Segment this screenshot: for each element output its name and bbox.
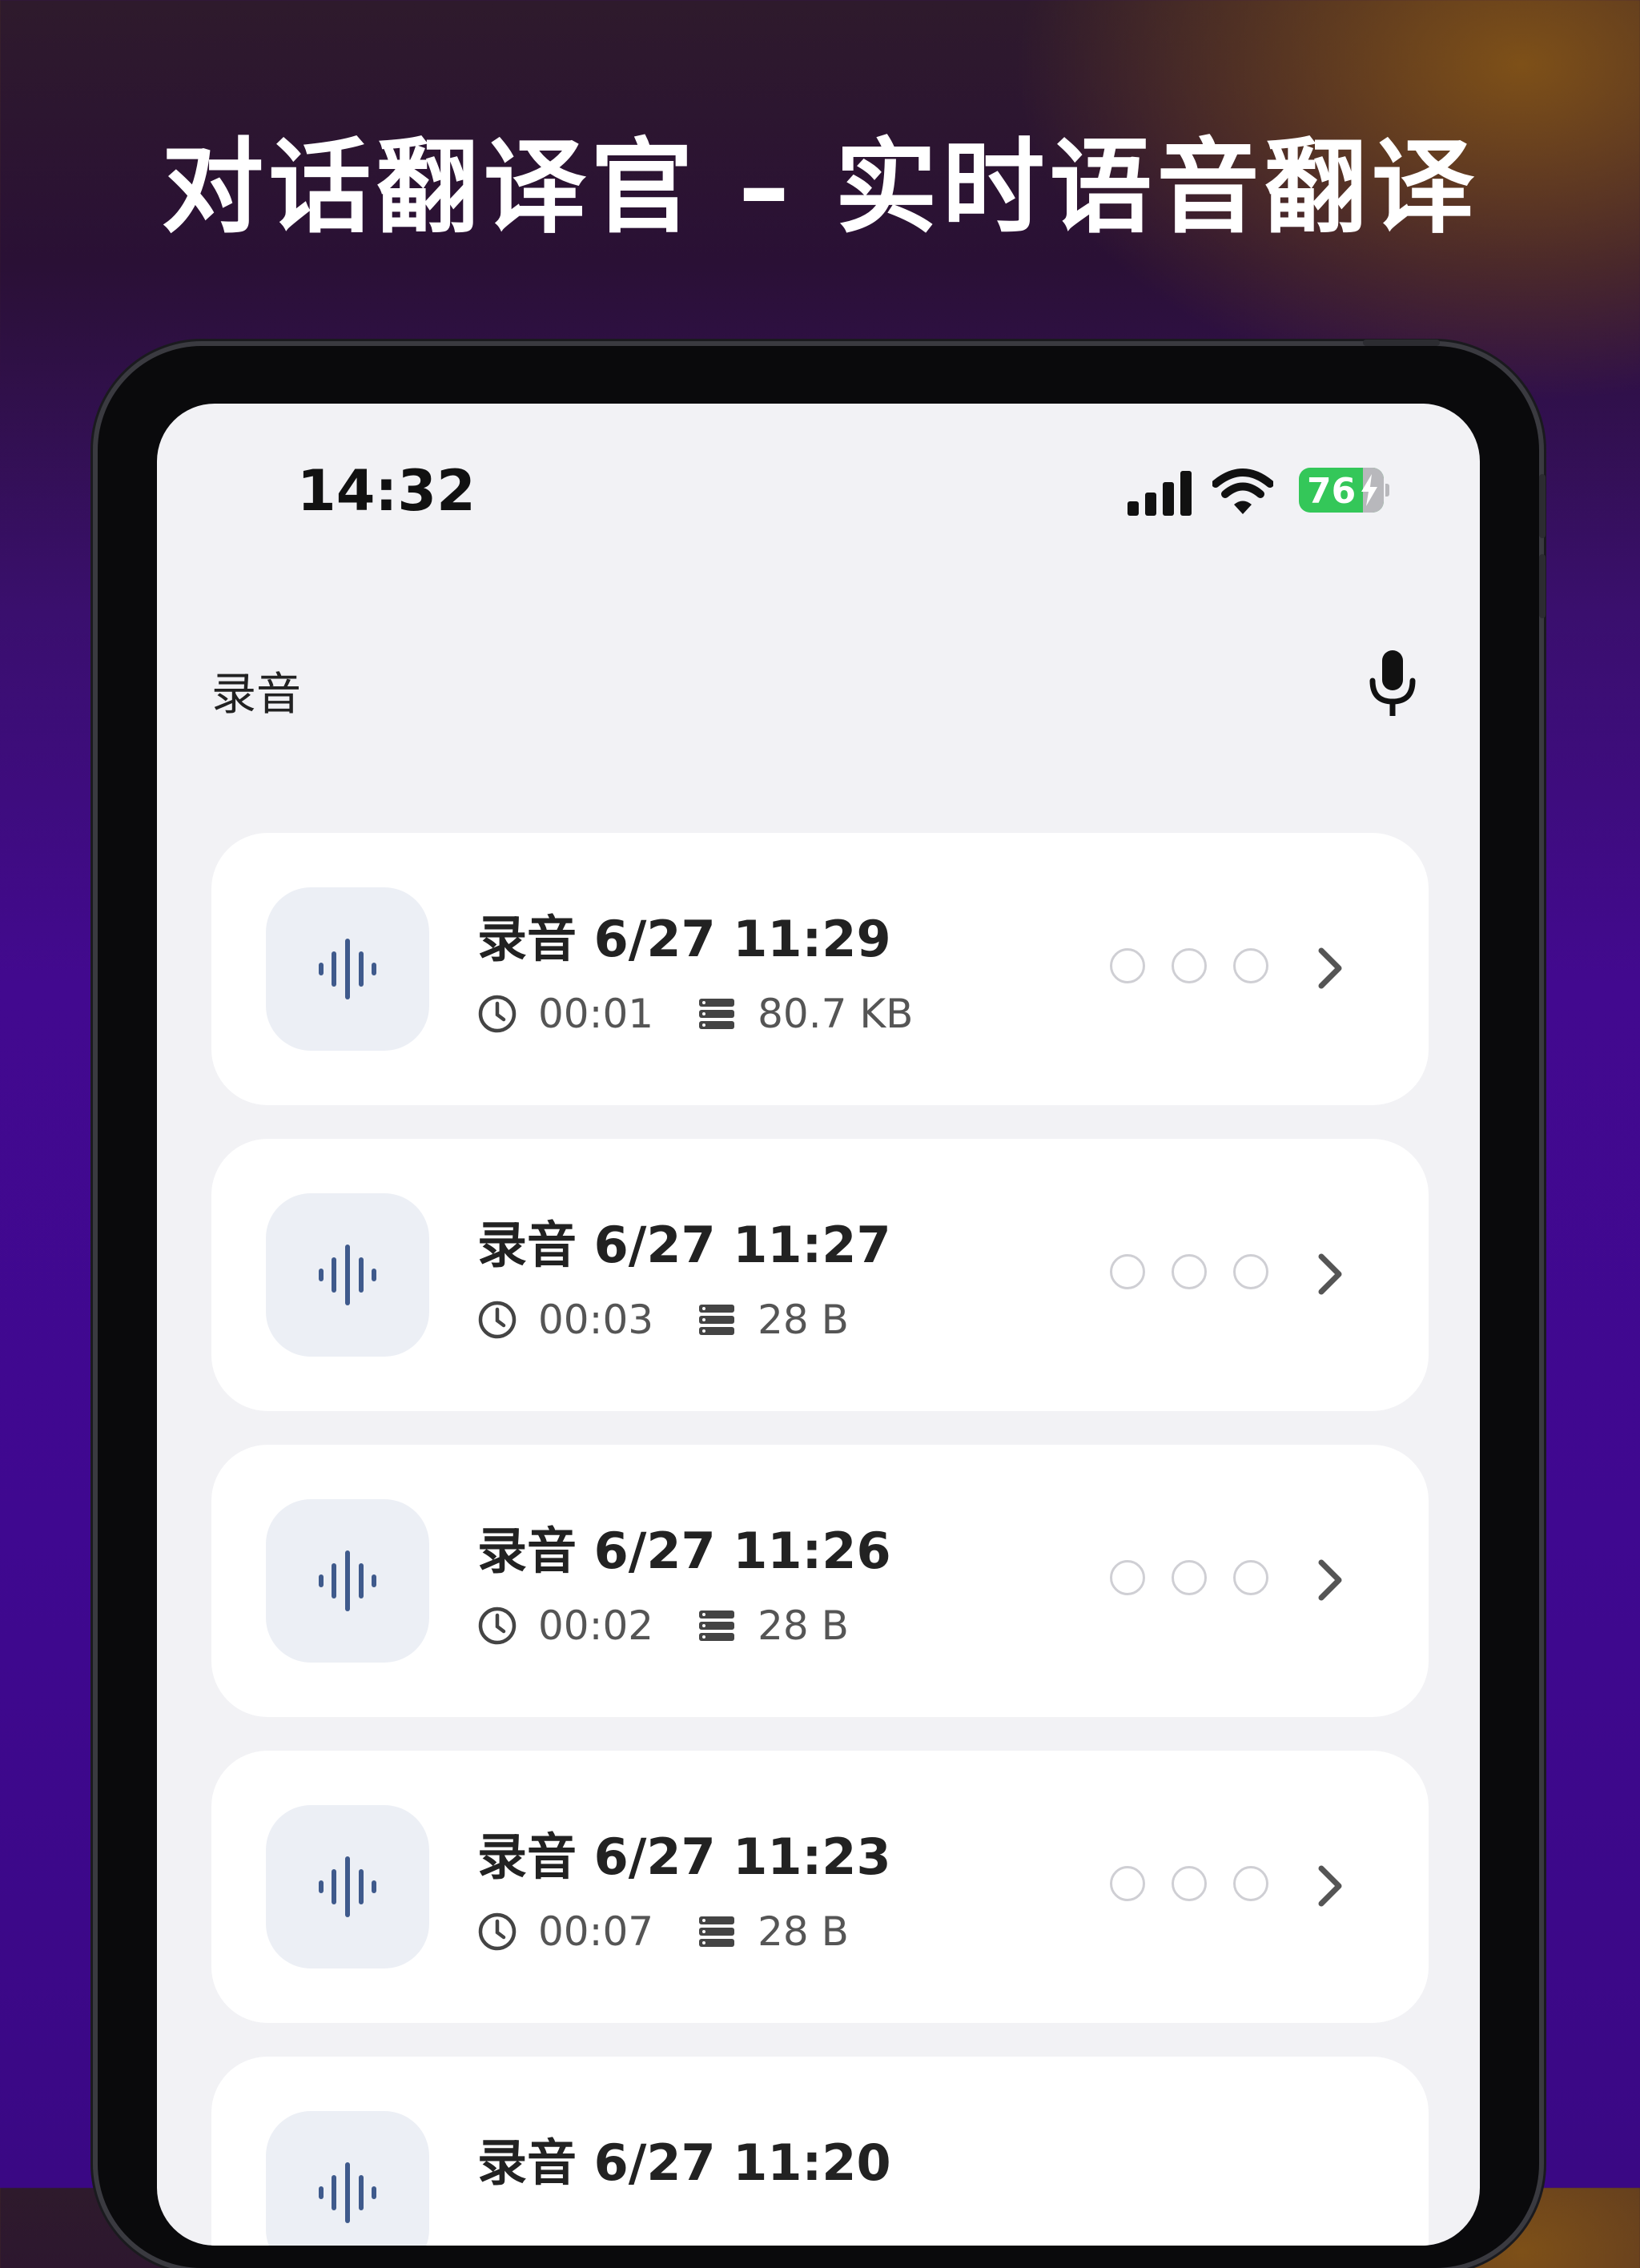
top-button: [1363, 340, 1440, 346]
waveform-icon: [319, 2162, 376, 2223]
waveform-icon: [319, 1856, 376, 1917]
recording-thumbnail: [266, 2111, 429, 2246]
waveform-icon: [319, 939, 376, 999]
chevron-right-icon: [1318, 1253, 1342, 1295]
clock-icon: [478, 1912, 517, 1951]
charging-bolt-icon: [1361, 474, 1377, 506]
recording-duration: 00:02: [538, 1602, 654, 1649]
recording-meta: 00:07 28 B: [477, 1908, 849, 1956]
status-dot: [1233, 1866, 1268, 1901]
status-dots: [1110, 1560, 1295, 1595]
recording-size: 80.7 KB: [758, 991, 914, 1037]
recording-title: 录音 6/27 11:20: [477, 2133, 891, 2192]
status-dots: [1110, 1866, 1295, 1901]
status-dots: [1110, 948, 1295, 983]
recording-row[interactable]: 录音 6/27 11:20: [211, 2057, 1429, 2246]
chevron-right-icon: [1318, 947, 1342, 989]
promo-headline: 对话翻译官 – 实时语音翻译: [161, 128, 1479, 247]
status-dot: [1233, 1254, 1268, 1289]
battery-charging-icon: 76: [1299, 468, 1389, 513]
recording-row[interactable]: 录音 6/27 11:23 00:07 28 B: [211, 1751, 1429, 2023]
status-dots: [1110, 1254, 1295, 1289]
status-bar: 14:32 76: [157, 404, 1480, 524]
clock-icon: [478, 995, 517, 1033]
status-time: 14:32: [297, 458, 476, 524]
status-dot: [1233, 948, 1268, 983]
recording-duration: 00:07: [538, 1908, 654, 1955]
recording-title: 录音 6/27 11:27: [477, 1216, 891, 1274]
volume-up-button: [1539, 474, 1546, 538]
cellular-signal-icon: [1128, 471, 1192, 516]
recording-duration: 00:03: [538, 1297, 654, 1343]
waveform-icon: [319, 1550, 376, 1611]
page-title: 录音: [211, 669, 301, 721]
recording-size: 28 B: [758, 1602, 849, 1649]
recording-meta: 00:02 28 B: [477, 1602, 849, 1650]
status-dot: [1172, 1254, 1207, 1289]
wifi-icon: [1212, 468, 1273, 514]
recording-title: 录音 6/27 11:29: [477, 910, 891, 968]
recording-size: 28 B: [758, 1297, 849, 1343]
recording-thumbnail: [266, 887, 429, 1051]
clock-icon: [478, 1301, 517, 1339]
chevron-right-icon: [1318, 1865, 1342, 1907]
status-dot: [1110, 1254, 1145, 1289]
status-dot: [1172, 948, 1207, 983]
recording-row[interactable]: 录音 6/27 11:26 00:02 28 B: [211, 1445, 1429, 1717]
waveform-icon: [319, 1245, 376, 1305]
recording-meta: 00:03 28 B: [477, 1296, 849, 1344]
recording-row[interactable]: 录音 6/27 11:29 00:01 80.7 KB: [211, 833, 1429, 1105]
status-dot: [1172, 1866, 1207, 1901]
status-dot: [1110, 1560, 1145, 1595]
status-dot: [1110, 948, 1145, 983]
recording-list: 录音 6/27 11:29 00:01 80.7 KB 录音 6/27 11:2…: [211, 833, 1429, 2246]
volume-down-button: [1539, 554, 1546, 618]
battery-cap: [1385, 484, 1389, 497]
storage-icon: [699, 999, 735, 1029]
status-dot: [1233, 1560, 1268, 1595]
recording-duration: 00:01: [538, 991, 654, 1037]
battery-level: 76: [1307, 471, 1357, 512]
storage-icon: [699, 1916, 735, 1947]
clock-icon: [478, 1606, 517, 1645]
microphone-icon[interactable]: [1365, 649, 1421, 721]
status-dot: [1110, 1866, 1145, 1901]
status-dot: [1172, 1560, 1207, 1595]
recording-thumbnail: [266, 1805, 429, 1968]
recording-thumbnail: [266, 1499, 429, 1663]
recording-meta: 00:01 80.7 KB: [477, 990, 913, 1038]
recording-row[interactable]: 录音 6/27 11:27 00:03 28 B: [211, 1139, 1429, 1411]
battery-body: 76: [1299, 468, 1384, 513]
recording-title: 录音 6/27 11:23: [477, 1828, 891, 1886]
storage-icon: [699, 1305, 735, 1335]
storage-icon: [699, 1611, 735, 1641]
chevron-right-icon: [1318, 1559, 1342, 1601]
app-screen: 14:32 76 录音 录音 6/27 11:29 00:01 80.7 KB …: [157, 404, 1480, 2246]
recording-thumbnail: [266, 1193, 429, 1357]
recording-size: 28 B: [758, 1908, 849, 1955]
recording-title: 录音 6/27 11:26: [477, 1522, 891, 1580]
tablet-frame: 14:32 76 录音 录音 6/27 11:29 00:01 80.7 KB …: [98, 340, 1546, 2268]
